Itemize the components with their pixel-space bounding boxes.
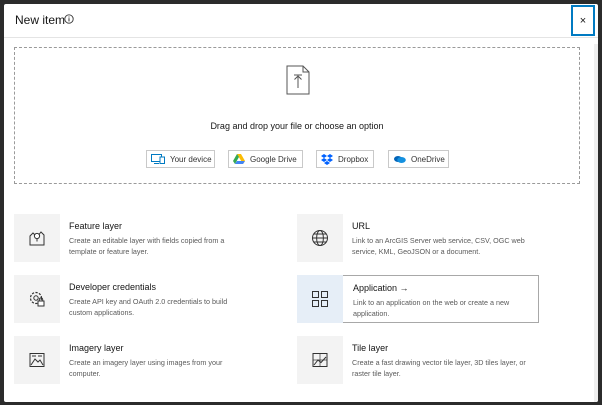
card-description: Link to an application on the web or cre…	[353, 298, 510, 318]
feature-layer-tile	[14, 214, 60, 262]
url-tile	[297, 214, 343, 262]
application-card[interactable]: Application → Link to an application on …	[297, 275, 539, 323]
tile-layer-tile	[297, 336, 343, 384]
your-device-label: Your device	[170, 154, 212, 164]
card-title: Developer credentials	[69, 282, 157, 292]
device-icon	[151, 154, 165, 164]
onedrive-label: OneDrive	[411, 154, 445, 164]
developer-credentials-card[interactable]: Developer credentials Create API key and…	[14, 275, 256, 323]
imagery-layer-card[interactable]: Imagery layer Create an imagery layer us…	[14, 336, 256, 384]
card-title: Feature layer	[69, 221, 123, 231]
feature-layer-card[interactable]: Feature layer Create an editable layer w…	[14, 214, 256, 262]
card-title: Imagery layer	[69, 343, 124, 353]
dropbox-label: Dropbox	[338, 154, 369, 164]
card-description: Link to an ArcGIS Server web service, CS…	[352, 236, 525, 256]
dialog-title: New item	[15, 13, 66, 27]
card-title: Tile layer	[352, 343, 389, 353]
card-description: Create an editable layer with fields cop…	[69, 236, 225, 256]
card-description: Create an imagery layer using images fro…	[69, 358, 223, 378]
new-item-dialog: New item × Drag and drop your file or ch…	[4, 4, 598, 402]
onedrive-icon	[394, 156, 406, 163]
info-icon[interactable]	[64, 14, 74, 24]
tile-layer-card[interactable]: Tile layer Create a fast drawing vector …	[297, 336, 539, 384]
grid-apps-icon	[312, 291, 328, 307]
card-title: Application →	[353, 283, 409, 293]
upload-icon	[286, 65, 310, 95]
onedrive-button[interactable]: OneDrive	[388, 150, 449, 168]
card-description: Create API key and OAuth 2.0 credentials…	[69, 297, 228, 317]
file-dropzone[interactable]: Drag and drop your file or choose an opt…	[14, 47, 580, 184]
feature-layer-icon	[29, 231, 45, 246]
dialog-scrollbar[interactable]	[594, 44, 598, 402]
globe-icon	[312, 230, 328, 246]
card-description: Create a fast drawing vector tile layer,…	[352, 358, 526, 378]
google-drive-icon	[233, 154, 245, 164]
close-button[interactable]: ×	[571, 5, 595, 36]
card-title: URL	[352, 221, 371, 231]
imagery-layer-tile	[14, 336, 60, 384]
close-icon: ×	[579, 14, 587, 27]
google-drive-label: Google Drive	[250, 154, 297, 164]
your-device-button[interactable]: Your device	[146, 150, 215, 168]
developer-credentials-icon	[29, 291, 45, 307]
imagery-layer-icon	[29, 353, 45, 367]
url-card[interactable]: URL Link to an ArcGIS Server web service…	[297, 214, 539, 262]
dialog-header: New item ×	[4, 4, 598, 38]
application-tile	[297, 275, 343, 323]
dropbox-button[interactable]: Dropbox	[316, 150, 374, 168]
tile-layer-icon	[312, 353, 328, 367]
dropzone-instructions: Drag and drop your file or choose an opt…	[210, 121, 384, 131]
dropbox-icon	[321, 153, 333, 165]
google-drive-button[interactable]: Google Drive	[228, 150, 303, 168]
developer-credentials-tile	[14, 275, 60, 323]
